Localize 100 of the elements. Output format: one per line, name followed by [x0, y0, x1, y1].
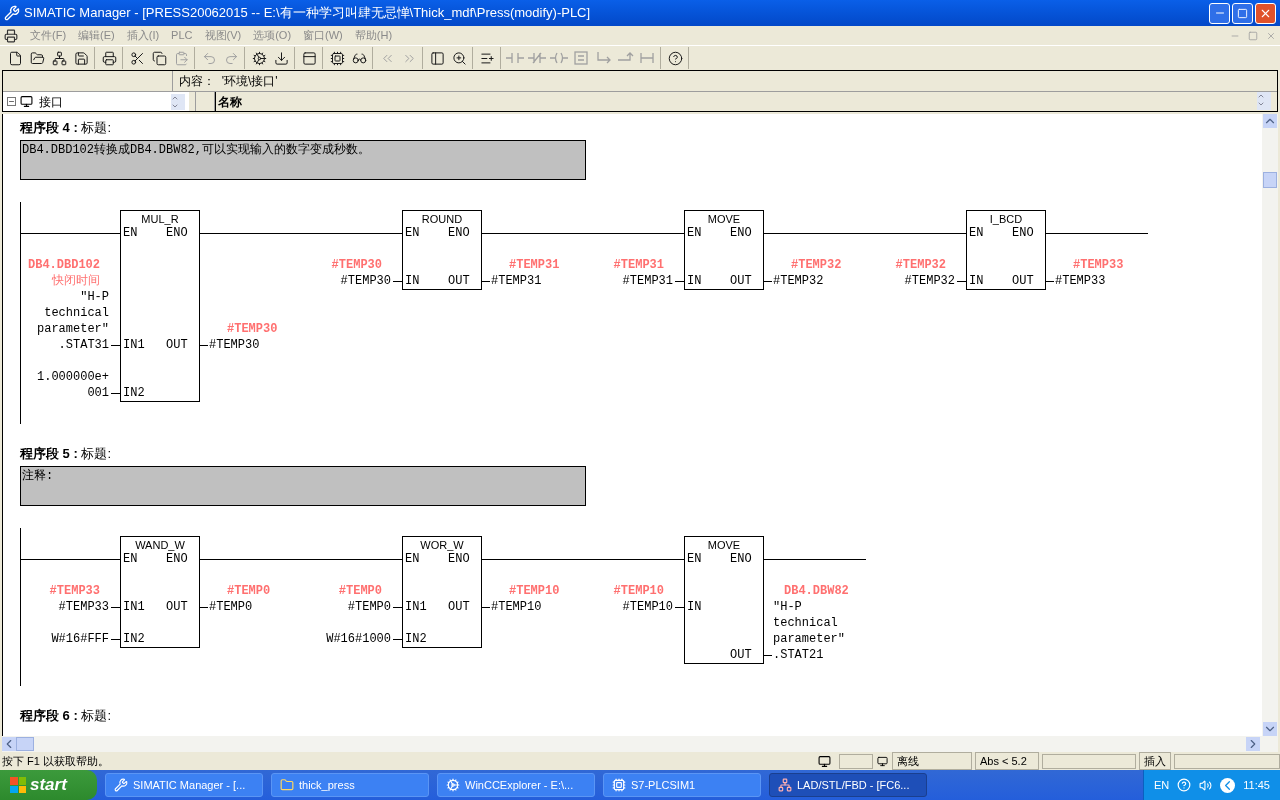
block-name: MUL_R — [140, 212, 180, 226]
symbol-comment: #TEMP30 — [331, 257, 382, 273]
pin-label: IN2 — [123, 385, 145, 401]
operand: #TEMP30 — [340, 273, 391, 289]
close-button[interactable] — [1255, 2, 1276, 24]
network-title: 程序段 4 : 标题: — [20, 120, 113, 136]
network-comment[interactable]: 注释: — [20, 466, 586, 506]
menu-item[interactable]: 帮助(H) — [354, 27, 393, 44]
monitor-icon — [818, 754, 831, 768]
block-name: ROUND — [420, 212, 464, 226]
operand: 1.000000e+ 001 — [37, 369, 109, 401]
operand: ″H-P technical parameter″ .STAT31 — [37, 289, 109, 353]
pin-label: OUT — [448, 599, 470, 615]
vertical-scrollbar[interactable] — [1262, 114, 1278, 736]
scroll-thumb[interactable] — [16, 737, 34, 751]
symbol-comment: #TEMP0 — [338, 583, 382, 599]
pin-label: OUT — [730, 647, 752, 663]
pin-label: ENO — [730, 225, 752, 241]
pin-label: OUT — [166, 337, 188, 353]
function-block[interactable] — [966, 210, 1046, 290]
wrench-icon — [114, 778, 128, 792]
menu-item[interactable]: 插入(I) — [126, 27, 160, 44]
operand: #TEMP33 — [58, 599, 109, 615]
pin-label: IN1 — [123, 599, 145, 615]
chip-icon — [612, 778, 626, 792]
network-comment[interactable]: DB4.DBD102转换成DB4.DBW82,可以实现输入的数字变成秒数。 — [20, 140, 586, 180]
operand: W#16#1000 — [326, 631, 391, 647]
scroll-right-icon — [1246, 737, 1260, 751]
block-name: I_BCD — [988, 212, 1024, 226]
symbol-comment: #TEMP10 — [613, 583, 664, 599]
pin-label: ENO — [166, 551, 188, 567]
start-button[interactable]: start — [0, 770, 97, 800]
block-name: WOR_W — [419, 538, 465, 552]
taskbar-button[interactable]: S7-PLCSIM1 — [603, 773, 761, 797]
pin-label: OUT — [448, 273, 470, 289]
menu-item[interactable]: 文件(F) — [30, 27, 67, 44]
menu-item[interactable]: 窗口(W) — [303, 27, 343, 44]
pin-label: OUT — [730, 273, 752, 289]
menu-item[interactable]: 视图(V) — [204, 27, 242, 44]
operand: #TEMP32 — [773, 273, 824, 289]
computer-icon — [877, 755, 888, 767]
symbol-comment: #TEMP33 — [1073, 257, 1124, 273]
status-version: Abs < 5.2 — [975, 751, 1039, 771]
symbol-comment: DB4.DBW82 — [784, 583, 849, 599]
status-mode: 离线 — [892, 751, 972, 771]
operand: #TEMP0 — [209, 599, 253, 615]
symbol-comment: #TEMP32 — [895, 257, 946, 273]
language-indicator[interactable]: EN — [1154, 776, 1170, 794]
speaker-icon — [1199, 778, 1213, 792]
menu-item[interactable]: 选项(O) — [253, 27, 292, 44]
function-block[interactable] — [402, 210, 482, 290]
maximize-button[interactable] — [1232, 2, 1253, 24]
taskbar-button[interactable]: LAD/STL/FBD - [FC6... — [769, 773, 927, 797]
scroll-thumb[interactable] — [1263, 172, 1277, 188]
operand: #TEMP10 — [622, 599, 673, 615]
pin-label: IN — [687, 273, 702, 289]
collapse-icon[interactable] — [7, 97, 16, 106]
symbol-comment: #TEMP33 — [49, 583, 100, 599]
taskbar-button[interactable]: WinCCExplorer - E:\... — [437, 773, 595, 797]
menu-item[interactable]: 编辑(E) — [78, 27, 115, 44]
pin-label: EN — [687, 551, 702, 567]
function-block[interactable] — [684, 210, 764, 290]
pin-label: EN — [687, 225, 702, 241]
menu-item[interactable]: PLC — [171, 27, 193, 44]
symbol-comment: DB4.DBD102 快闭时间 — [28, 257, 100, 289]
minimize-button[interactable] — [1209, 2, 1230, 24]
scroll-arrows[interactable] — [1257, 92, 1271, 110]
tree-item[interactable]: 接口 — [37, 92, 65, 111]
operand: #TEMP31 — [622, 273, 673, 289]
network-icon — [778, 778, 792, 792]
operand: #TEMP33 — [1055, 273, 1106, 289]
pin-label: IN1 — [123, 337, 145, 353]
pin-label: IN1 — [405, 599, 427, 615]
scroll-arrows[interactable] — [171, 93, 185, 110]
pin-label: ENO — [448, 551, 470, 567]
windows-logo-icon — [10, 777, 26, 793]
function-block[interactable] — [120, 536, 200, 648]
pin-label: ENO — [1012, 225, 1034, 241]
pin-label: ENO — [448, 225, 470, 241]
taskbar-button[interactable]: SIMATIC Manager - [... — [105, 773, 263, 797]
clock: 11:45 — [1243, 777, 1270, 793]
pin-label: ENO — [730, 551, 752, 567]
operand: #TEMP0 — [347, 599, 391, 615]
window-title: SIMATIC Manager - [PRESS20062015 -- E:\有一种学习叫肆无忌惮\Thick_mdf\Press(modify)-PLC] — [24, 4, 591, 23]
network-title: 程序段 6 : 标题: — [20, 708, 113, 724]
status-panel — [839, 753, 873, 769]
taskbar-button[interactable]: thick_press — [271, 773, 429, 797]
operand: #TEMP30 — [209, 337, 260, 353]
function-block[interactable] — [402, 536, 482, 648]
operand: ″H-P technical parameter″ .STAT21 — [773, 599, 845, 663]
function-block[interactable] — [120, 210, 200, 402]
pin-label: OUT — [1012, 273, 1034, 289]
scroll-up-icon — [1263, 114, 1277, 128]
pin-label: OUT — [166, 599, 188, 615]
restore-icon — [1248, 30, 1258, 41]
horizontal-scrollbar[interactable] — [2, 736, 1278, 752]
symbol-comment: #TEMP31 — [613, 257, 664, 273]
scroll-left-icon — [2, 737, 16, 751]
pin-label: IN — [687, 599, 702, 615]
function-block[interactable] — [684, 536, 764, 664]
